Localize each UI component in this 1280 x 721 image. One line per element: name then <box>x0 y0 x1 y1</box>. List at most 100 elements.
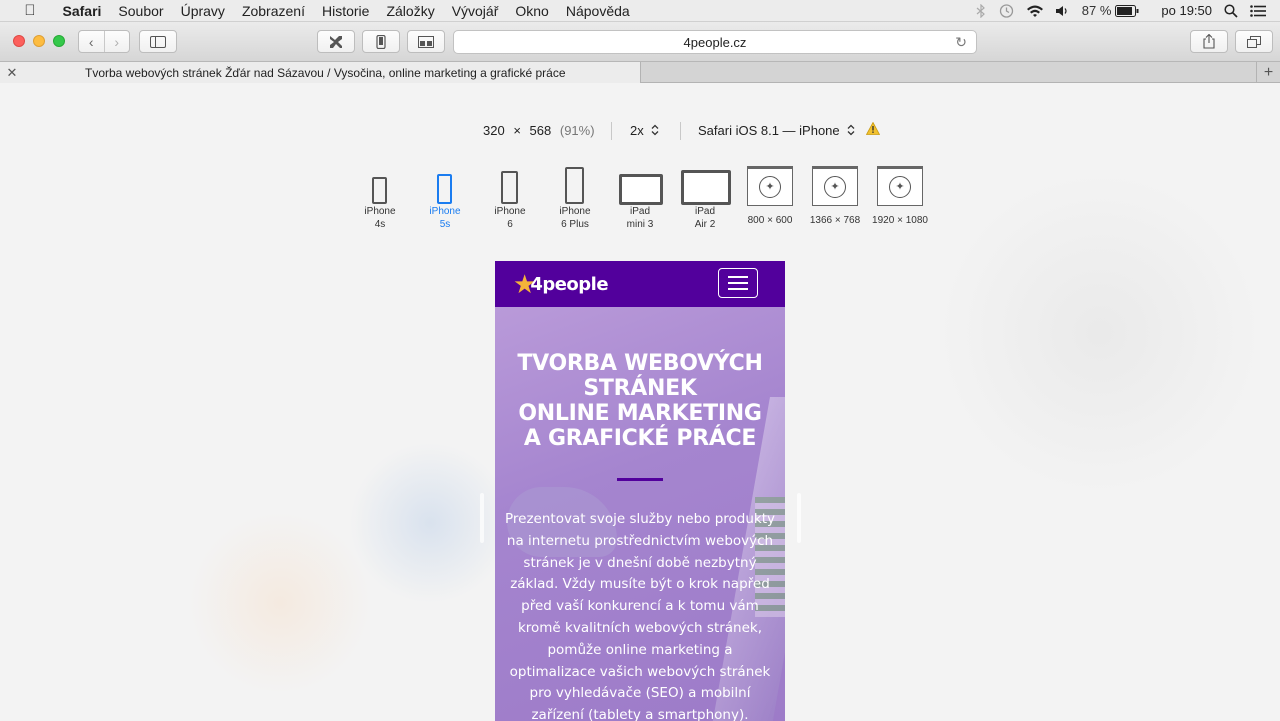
wifi-icon[interactable] <box>1026 4 1044 18</box>
responsive-design-area: 320 × 568 (91%) 2x Safari iOS 8.1 — iPho… <box>0 83 1280 721</box>
phone-icon <box>376 34 386 49</box>
device-label-line1: iPhone <box>429 206 461 217</box>
tab-active[interactable]: ✕ Tvorba webových stránek Žďár nad Sázav… <box>0 62 641 83</box>
tab-title: Tvorba webových stránek Žďár nad Sázavou… <box>85 65 566 80</box>
menu-zalozky[interactable]: Záložky <box>378 3 443 19</box>
device-label-line1: iPhone <box>364 206 396 217</box>
device-iphone-4s[interactable]: iPhone 4s <box>348 163 412 231</box>
window-fullscreen-button[interactable] <box>53 35 65 47</box>
viewport-height: 568 <box>529 123 552 138</box>
reload-icon[interactable]: ↻ <box>955 34 967 51</box>
reader-view-button[interactable] <box>407 30 445 53</box>
device-ipad-mini-3[interactable]: iPad mini 3 <box>608 163 672 231</box>
device-label-line2: 6 <box>507 219 513 230</box>
notification-center-icon[interactable] <box>1250 4 1266 17</box>
address-bar[interactable]: 4people.cz ↻ <box>453 30 977 54</box>
device-ipad-air-2[interactable]: iPad Air 2 <box>673 163 737 231</box>
site-header: ★ 4people <box>495 261 785 307</box>
device-picker: iPhone 4s iPhone 5s iPhone 6 iPhone 6 Pl… <box>0 163 1280 238</box>
menu-bar:  Safari Soubor Úpravy Zobrazení Histori… <box>0 0 1280 22</box>
site-logo-text: 4people <box>530 273 609 295</box>
menu-app-safari[interactable]: Safari <box>54 3 110 19</box>
user-agent-value: Safari iOS 8.1 — iPhone <box>698 123 840 138</box>
time-machine-icon[interactable] <box>998 3 1014 19</box>
user-agent-select[interactable]: Safari iOS 8.1 — iPhone <box>698 123 855 138</box>
battery-indicator[interactable]: 87 % <box>1082 3 1140 18</box>
desktop-safari-icon: ✦ <box>877 166 923 206</box>
status-area: 87 % po 19:50 <box>976 3 1280 19</box>
menu-soubor[interactable]: Soubor <box>110 3 172 19</box>
device-icon-wrap <box>413 163 477 205</box>
viewport-resize-handle-right[interactable] <box>797 493 801 543</box>
warning-icon[interactable] <box>865 121 881 138</box>
hamburger-icon <box>728 282 748 284</box>
device-1366x768[interactable]: ✦ 1366 × 768 <box>803 165 867 227</box>
web-inspector-button[interactable] <box>317 30 355 53</box>
sidebar-icon <box>150 35 166 48</box>
device-800x600[interactable]: ✦ 800 × 600 <box>738 165 802 227</box>
menu-vyvojar[interactable]: Vývojář <box>443 3 507 19</box>
device-label-line1: iPhone <box>559 206 591 217</box>
hamburger-icon <box>728 276 748 278</box>
show-all-tabs-button[interactable] <box>1235 30 1273 53</box>
pixel-ratio-select[interactable]: 2x <box>630 123 659 138</box>
device-viewport[interactable]: ★ 4people TVORBA WEBOVÝCH STRÁNEK ONLINE… <box>495 261 785 721</box>
share-icon <box>1203 34 1215 49</box>
new-tab-button[interactable]: + <box>1256 62 1280 83</box>
window-close-button[interactable] <box>13 35 25 47</box>
forward-button[interactable]: › <box>103 31 130 52</box>
tab-bar: ✕ Tvorba webových stránek Žďár nad Sázav… <box>0 62 1280 83</box>
responsive-design-mode-button[interactable] <box>362 30 400 53</box>
hero-title-line: ONLINE MARKETING <box>518 401 762 426</box>
battery-percent: 87 % <box>1081 3 1112 18</box>
device-iphone-6[interactable]: iPhone 6 <box>478 163 542 231</box>
share-button[interactable] <box>1190 30 1228 53</box>
responsive-info-bar: 320 × 568 (91%) 2x Safari iOS 8.1 — iPho… <box>0 121 1280 142</box>
volume-icon[interactable] <box>1055 5 1070 17</box>
tab-close-icon[interactable]: ✕ <box>0 65 24 81</box>
device-icon-wrap <box>348 163 412 205</box>
compass-icon: ✦ <box>759 176 781 198</box>
device-iphone-6-plus[interactable]: iPhone 6 Plus <box>543 163 607 231</box>
viewport-resize-handle-left[interactable] <box>480 493 484 543</box>
bluetooth-icon[interactable] <box>976 3 986 18</box>
spotlight-search-icon[interactable] <box>1224 3 1238 18</box>
viewport-width: 320 <box>483 123 505 138</box>
menu-okno[interactable]: Okno <box>507 3 557 19</box>
compass-icon: ✦ <box>889 176 911 198</box>
tabs-icon <box>1247 35 1261 48</box>
menu-upravy[interactable]: Úpravy <box>172 3 233 19</box>
clock[interactable]: po 19:50 <box>1161 3 1212 18</box>
back-button[interactable]: ‹ <box>79 31 104 52</box>
site-logo[interactable]: ★ 4people <box>513 268 609 300</box>
device-icon-wrap <box>543 163 607 205</box>
info-separator <box>611 122 612 140</box>
apple-icon[interactable]:  <box>18 2 42 19</box>
iphone-icon <box>501 171 518 204</box>
viewport-dimensions[interactable]: 320 × 568 (91%) <box>483 123 595 138</box>
device-label-line1: 800 × 600 <box>747 215 793 226</box>
hero-text: Prezentovat svoje služby nebo produkty n… <box>505 511 776 721</box>
sidebar-toggle-button[interactable] <box>139 30 177 53</box>
site-menu-toggle[interactable] <box>718 268 758 298</box>
pixel-ratio-value: 2x <box>630 123 644 138</box>
navigation-buttons: ‹ › <box>78 30 130 53</box>
device-label-line1: iPhone <box>494 206 526 217</box>
device-1920x1080[interactable]: ✦ 1920 × 1080 <box>868 165 932 227</box>
window-minimize-button[interactable] <box>33 35 45 47</box>
device-label-line2: 4s <box>374 219 386 230</box>
menu-napoveda[interactable]: Nápověda <box>557 3 638 19</box>
iphone-icon <box>565 167 584 204</box>
hero-title-line: STRÁNEK <box>583 376 697 401</box>
device-icon-wrap <box>478 163 542 205</box>
device-label-line1: 1920 × 1080 <box>872 215 928 226</box>
address-bar-url: 4people.cz <box>683 34 747 50</box>
updown-chevron-icon <box>847 124 855 136</box>
hamburger-icon <box>728 288 748 290</box>
device-label-line2: Air 2 <box>694 219 716 230</box>
iphone-icon <box>372 177 387 204</box>
device-iphone-5s[interactable]: iPhone 5s <box>413 163 477 231</box>
tools-icon <box>330 35 342 48</box>
menu-historie[interactable]: Historie <box>313 3 377 19</box>
menu-zobrazeni[interactable]: Zobrazení <box>233 3 313 19</box>
